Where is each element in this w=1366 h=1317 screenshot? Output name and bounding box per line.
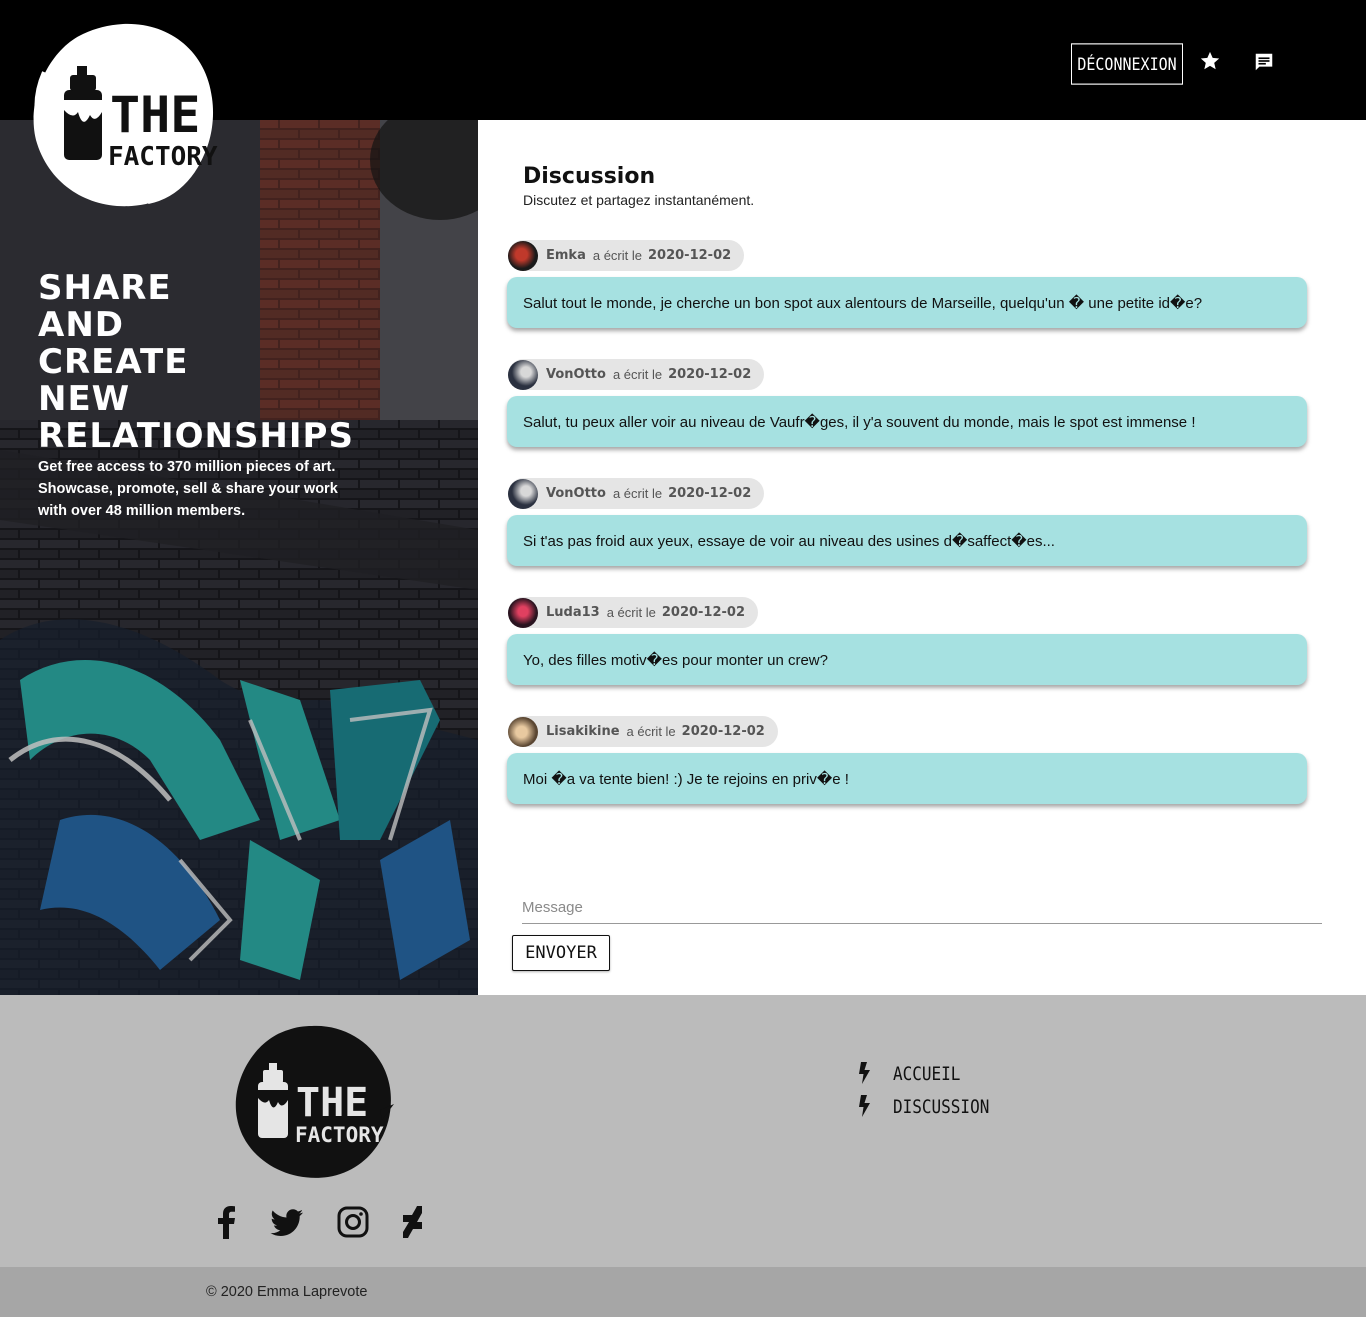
footer-link-label: ACCUEIL: [893, 1062, 961, 1084]
message-meta: VonOtto a écrit le 2020-12-02: [508, 359, 765, 390]
message-date: 2020-12-02: [661, 605, 746, 620]
wrote-label: a écrit le: [612, 367, 663, 382]
graffiti-wall-image: [0, 120, 478, 995]
avatar[interactable]: [508, 478, 538, 509]
logo-text-the: THE: [110, 86, 200, 144]
facebook-icon[interactable]: [210, 1205, 244, 1239]
message-author[interactable]: VonOtto: [546, 486, 606, 501]
message-bubble: Salut, tu peux aller voir au niveau de V…: [507, 396, 1307, 447]
hero-title: SHARE AND CREATE NEW RELATIONSHIPS: [38, 270, 354, 455]
hero-subtitle-line: Get free access to 370 million pieces of…: [38, 459, 336, 475]
hero-title-line: RELATIONSHIPS: [38, 416, 354, 456]
footer-logo-text-the: THE: [296, 1080, 368, 1126]
hero-title-line: NEW: [38, 379, 131, 419]
lightning-icon: [859, 1095, 870, 1117]
footer-link-discussion[interactable]: DISCUSSION: [858, 1095, 989, 1117]
footer-logo-text-factory: FACTORY: [295, 1123, 384, 1147]
hero-subtitle-line: with over 48 million members.: [38, 503, 246, 519]
message-bubble: Moi �a va tente bien! :) Je te rejoins e…: [507, 753, 1307, 804]
message-date: 2020-12-02: [648, 248, 732, 263]
message-input[interactable]: [522, 884, 1322, 924]
message-author[interactable]: Luda13: [546, 605, 600, 620]
footer-logo[interactable]: THE FACTORY: [232, 1024, 394, 1180]
copyright-bar: [0, 1267, 1366, 1317]
the-factory-logo[interactable]: THE FACTORY: [28, 20, 218, 210]
avatar[interactable]: [508, 240, 538, 271]
hero-subtitle: Get free access to 370 million pieces of…: [38, 456, 368, 522]
deviantart-icon[interactable]: [396, 1205, 430, 1239]
wrote-label: a écrit le: [626, 724, 676, 739]
wrote-label: a écrit le: [606, 605, 656, 620]
message-meta: Lisakikine a écrit le 2020-12-02: [508, 716, 778, 747]
message-meta: Luda13 a écrit le 2020-12-02: [508, 597, 759, 628]
wrote-label: a écrit le: [592, 248, 642, 263]
avatar[interactable]: [508, 716, 538, 747]
wrote-label: a écrit le: [612, 486, 663, 501]
chat-icon[interactable]: [1253, 51, 1275, 73]
page-title: Discussion: [523, 164, 656, 189]
message-meta: Emka a écrit le 2020-12-02: [508, 240, 745, 271]
message-bubble: Yo, des filles motiv�es pour monter un c…: [507, 634, 1307, 685]
twitter-icon[interactable]: [270, 1205, 304, 1239]
hero-subtitle-line: Showcase, promote, sell & share your wor…: [38, 481, 338, 497]
hero-panel: [0, 120, 478, 995]
hero-title-line: CREATE: [38, 342, 189, 382]
footer: [0, 995, 1366, 1267]
avatar[interactable]: [508, 597, 538, 628]
footer-link-label: DISCUSSION: [893, 1095, 990, 1117]
lightning-icon: [859, 1062, 870, 1084]
message-author[interactable]: Lisakikine: [546, 724, 620, 739]
instagram-icon[interactable]: [336, 1205, 370, 1239]
page-subtitle: Discutez et partagez instantanément.: [523, 192, 755, 208]
send-button[interactable]: ENVOYER: [512, 935, 610, 971]
hero-title-line: SHARE: [38, 268, 172, 308]
message-date: 2020-12-02: [668, 367, 752, 382]
logout-button[interactable]: DÉCONNEXION: [1071, 43, 1183, 85]
message-author[interactable]: VonOtto: [546, 367, 606, 382]
message-author[interactable]: Emka: [546, 248, 586, 263]
message-date: 2020-12-02: [668, 486, 752, 501]
message-date: 2020-12-02: [681, 724, 765, 739]
message-meta: VonOtto a écrit le 2020-12-02: [508, 478, 765, 509]
copyright-text: © 2020 Emma Laprevote: [206, 1284, 368, 1300]
message-bubble: Si t'as pas froid aux yeux, essaye de vo…: [507, 515, 1307, 566]
footer-link-accueil[interactable]: ACCUEIL: [858, 1062, 960, 1084]
message-bubble: Salut tout le monde, je cherche un bon s…: [507, 277, 1307, 328]
logo-text-factory: FACTORY: [108, 142, 218, 172]
star-icon[interactable]: [1199, 50, 1221, 72]
avatar[interactable]: [508, 359, 538, 390]
hero-title-line: AND: [38, 305, 124, 345]
